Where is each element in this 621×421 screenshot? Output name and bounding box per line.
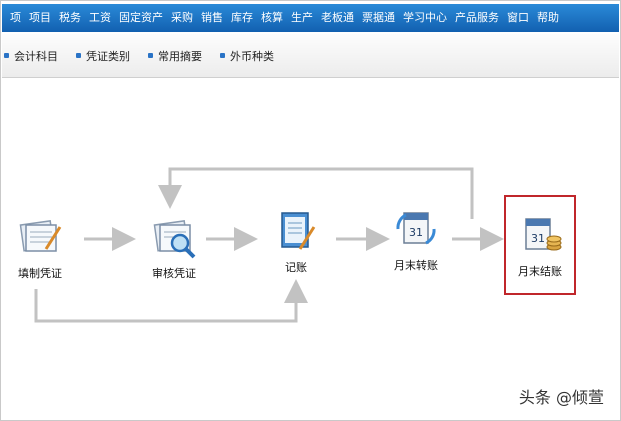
highlight-box bbox=[504, 195, 576, 295]
menu-item-accounting[interactable]: 核算 bbox=[257, 4, 287, 32]
menu-bar: 项 项目 税务 工资 固定资产 采购 销售 库存 核算 生产 老板通 票据通 学… bbox=[2, 4, 619, 32]
step-month-end-transfer[interactable]: 31 月末转账 bbox=[378, 207, 454, 273]
bullet-icon bbox=[4, 53, 9, 58]
month-end-transfer-icon: 31 bbox=[396, 212, 436, 245]
bullet-icon bbox=[76, 53, 81, 58]
sub-toolbar: 会计科目 凭证类别 常用摘要 外币种类 bbox=[2, 34, 619, 78]
bullet-icon bbox=[220, 53, 225, 58]
menu-item-tax[interactable]: 税务 bbox=[55, 4, 85, 32]
step-fill-voucher-label: 填制凭证 bbox=[18, 267, 62, 280]
bookkeeping-icon bbox=[281, 212, 316, 250]
toolbar-currencies-label: 外币种类 bbox=[230, 49, 274, 63]
voucher-audit-icon bbox=[153, 220, 196, 259]
loop-bottom bbox=[34, 279, 308, 323]
svg-text:31: 31 bbox=[409, 226, 423, 239]
voucher-fill-icon bbox=[19, 220, 62, 252]
menu-item-help[interactable]: 帮助 bbox=[533, 4, 563, 32]
toolbar-accounts-label: 会计科目 bbox=[14, 49, 58, 63]
step-bookkeeping[interactable]: 记账 bbox=[258, 209, 334, 275]
bullet-icon bbox=[148, 53, 153, 58]
toolbar-currencies[interactable]: 外币种类 bbox=[220, 48, 274, 64]
watermark: 头条 @倾萱 bbox=[518, 388, 604, 407]
menu-item-fixed-assets[interactable]: 固定资产 bbox=[115, 4, 167, 32]
menu-item-window[interactable]: 窗口 bbox=[503, 4, 533, 32]
menu-item-project[interactable]: 项目 bbox=[25, 4, 55, 32]
menu-item-sales[interactable]: 销售 bbox=[197, 4, 227, 32]
menu-item-purchase[interactable]: 采购 bbox=[167, 4, 197, 32]
toolbar-voucher-types-label: 凭证类别 bbox=[86, 49, 130, 63]
menu-item-production[interactable]: 生产 bbox=[287, 4, 317, 32]
step-audit-voucher-label: 审核凭证 bbox=[152, 267, 196, 280]
menu-item-boss[interactable]: 老板通 bbox=[317, 4, 358, 32]
toolbar-common-summaries[interactable]: 常用摘要 bbox=[148, 48, 202, 64]
workflow-area: 填制凭证 审核凭证 记账 31 月末转账 31 月末结账 bbox=[2, 79, 619, 419]
menu-item-project-prefix[interactable]: 项 bbox=[6, 4, 25, 32]
toolbar-common-summaries-label: 常用摘要 bbox=[158, 49, 202, 63]
step-bookkeeping-label: 记账 bbox=[285, 261, 307, 274]
menu-item-learning[interactable]: 学习中心 bbox=[399, 4, 451, 32]
step-audit-voucher[interactable]: 审核凭证 bbox=[136, 215, 212, 281]
toolbar-voucher-types[interactable]: 凭证类别 bbox=[76, 48, 130, 64]
menu-item-services[interactable]: 产品服务 bbox=[451, 4, 503, 32]
toolbar-accounts[interactable]: 会计科目 bbox=[4, 48, 58, 64]
menu-item-payroll[interactable]: 工资 bbox=[85, 4, 115, 32]
menu-item-inventory[interactable]: 库存 bbox=[227, 4, 257, 32]
menu-item-receipts[interactable]: 票据通 bbox=[358, 4, 399, 32]
app-window: 项 项目 税务 工资 固定资产 采购 销售 库存 核算 生产 老板通 票据通 学… bbox=[0, 0, 621, 421]
step-month-end-transfer-label: 月末转账 bbox=[394, 259, 438, 272]
step-fill-voucher[interactable]: 填制凭证 bbox=[2, 215, 78, 281]
